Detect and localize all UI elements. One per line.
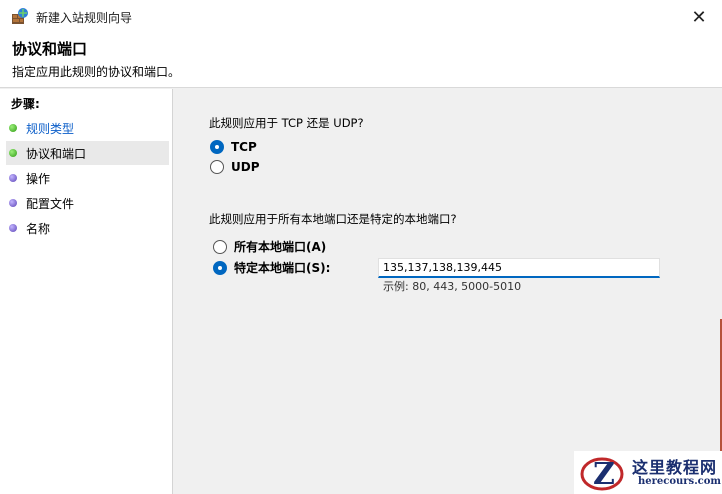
radio-udp[interactable]: UDP [210, 160, 260, 174]
step-action[interactable]: 操作 [6, 166, 169, 190]
radio-all-ports[interactable]: 所有本地端口(A) [213, 238, 326, 255]
watermark-logo-icon: Z [580, 457, 624, 492]
protocol-question: 此规则应用于 TCP 还是 UDP? [209, 116, 364, 130]
radio-tcp[interactable]: TCP [210, 140, 257, 154]
step-complete-icon [9, 149, 17, 157]
wizard-header: 协议和端口 指定应用此规则的协议和端口。 [0, 34, 722, 88]
watermark: Z 这里教程网 herecours.com [574, 451, 722, 494]
radio-all-ports-label: 所有本地端口(A) [234, 240, 327, 254]
steps-sidebar: 步骤: 规则类型 协议和端口 操作 配置文件 名称 [0, 89, 173, 494]
radio-specific-ports[interactable]: 特定本地端口(S): [213, 259, 330, 276]
radio-checked-icon [213, 260, 227, 275]
radio-udp-label: UDP [231, 160, 260, 174]
radio-unchecked-icon [213, 239, 227, 254]
watermark-cn: 这里教程网 [632, 458, 718, 477]
radio-specific-ports-label: 特定本地端口(S): [234, 261, 331, 275]
close-button[interactable]: ✕ [676, 0, 722, 34]
title-bar: 新建入站规则向导 ✕ [0, 0, 722, 34]
radio-unchecked-icon [210, 160, 224, 174]
close-icon: ✕ [691, 6, 707, 28]
step-label: 规则类型 [26, 121, 75, 136]
step-complete-icon [9, 124, 17, 132]
step-protocol-ports[interactable]: 协议和端口 [6, 141, 169, 165]
svg-text:Z: Z [593, 457, 615, 492]
wizard-content: 此规则应用于 TCP 还是 UDP? TCP UDP 此规则应用于所有本地端口还… [174, 89, 722, 494]
step-pending-icon [9, 174, 17, 182]
steps-title: 步骤: [11, 97, 40, 111]
ports-question: 此规则应用于所有本地端口还是特定的本地端口? [209, 212, 457, 226]
page-subtitle: 指定应用此规则的协议和端口。 [12, 65, 181, 79]
window-title: 新建入站规则向导 [36, 11, 133, 25]
step-pending-icon [9, 199, 17, 207]
radio-tcp-label: TCP [231, 140, 257, 154]
watermark-en: herecours.com [638, 476, 722, 487]
ports-input[interactable] [378, 258, 660, 278]
step-rule-type[interactable]: 规则类型 [6, 116, 169, 140]
ports-example: 示例: 80, 443, 5000-5010 [383, 280, 522, 293]
firewall-app-icon [12, 8, 28, 24]
radio-checked-icon [210, 140, 224, 154]
page-title: 协议和端口 [12, 40, 88, 58]
step-label: 配置文件 [26, 196, 75, 211]
step-label: 协议和端口 [26, 146, 87, 161]
step-profile[interactable]: 配置文件 [6, 191, 169, 215]
step-pending-icon [9, 224, 17, 232]
step-label: 操作 [26, 171, 51, 186]
step-name[interactable]: 名称 [6, 216, 169, 240]
step-label: 名称 [26, 221, 51, 236]
